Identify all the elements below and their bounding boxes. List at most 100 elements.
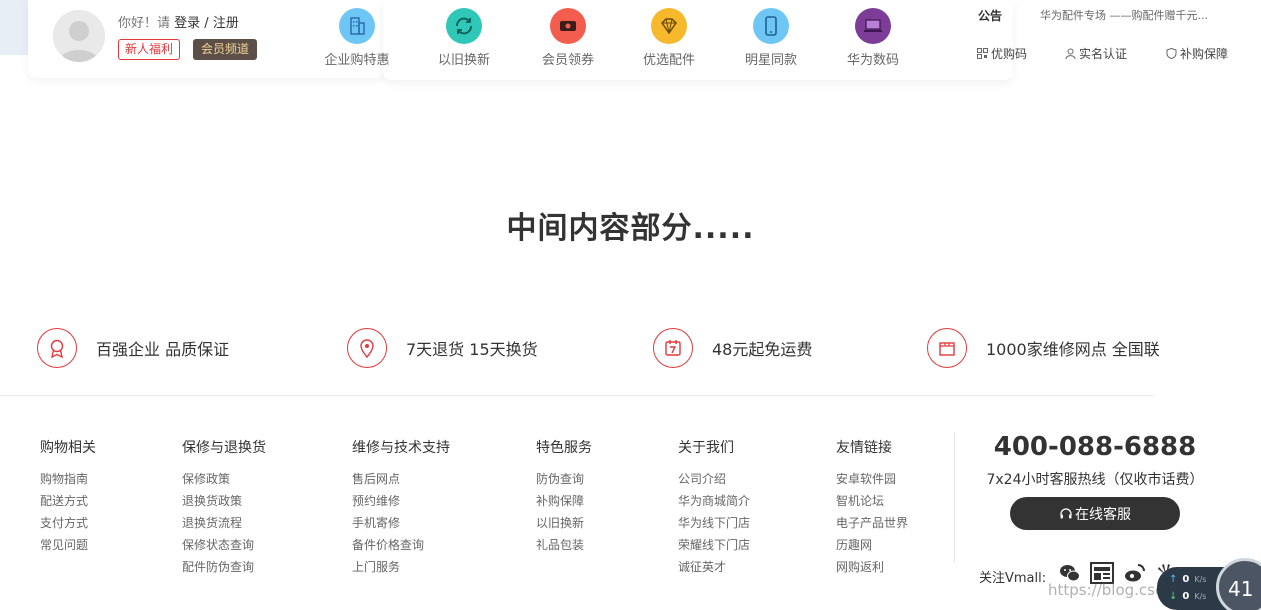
footer-link[interactable]: 退换货政策 (182, 490, 266, 512)
category-label: 以旧换新 (437, 53, 490, 68)
category-label: 企业购特惠 (324, 53, 390, 68)
footer-link[interactable]: 支付方式 (40, 512, 96, 534)
follow-label: 关注Vmall: (979, 571, 1047, 586)
box-icon (927, 328, 967, 368)
refresh-icon (446, 8, 482, 44)
footer-link[interactable]: 诚征英才 (678, 556, 750, 578)
footer-link[interactable]: 礼品包装 (536, 534, 592, 556)
footer-link[interactable]: 保修状态查询 (182, 534, 266, 556)
laptop-icon (855, 8, 891, 44)
real-name-auth-link[interactable]: 实名认证 (1065, 45, 1127, 62)
footer-link[interactable]: 荣耀线下门店 (678, 534, 750, 556)
footer-column-warranty: 保修与退换货 保修政策 退换货政策 退换货流程 保修状态查询 配件防伪查询 (182, 437, 266, 578)
category-digital[interactable]: 华为数码 (828, 8, 918, 68)
footer-link[interactable]: 智机论坛 (836, 490, 908, 512)
footer-link[interactable]: 退换货流程 (182, 512, 266, 534)
category-label: 优选配件 (642, 53, 695, 68)
footer-link[interactable]: 公司介绍 (678, 468, 750, 490)
building-icon (339, 8, 375, 44)
member-channel-badge[interactable]: 会员频道 (193, 39, 258, 60)
category-coupon[interactable]: 会员领券 (523, 8, 613, 68)
upload-speed-unit: K/s (1194, 575, 1207, 584)
main-content-placeholder: 中间内容部分..... (506, 211, 755, 246)
guarantee-text: 1000家维修网点 全国联 (986, 340, 1160, 359)
download-speed: 0 (1182, 591, 1190, 602)
login-separator: / (200, 16, 213, 31)
footer-link[interactable]: 电子产品世界 (836, 512, 908, 534)
phone-icon (753, 8, 789, 44)
footer-link[interactable]: 上门服务 (352, 556, 450, 578)
footer-column-shopping: 购物相关 购物指南 配送方式 支付方式 常见问题 (40, 437, 96, 556)
category-celebrity[interactable]: 明星同款 (726, 8, 816, 68)
cpu-usage-indicator[interactable]: 41 (1216, 558, 1261, 610)
guarantee-text: 7天退货 15天换货 (406, 340, 538, 359)
guarantee-divider (0, 395, 1154, 396)
user-icon (1065, 48, 1076, 59)
greeting-line: 你好！请 登录 / 注册 (118, 12, 239, 31)
background-strip (0, 0, 30, 55)
guarantee-item: 百强企业 品质保证 (37, 328, 229, 368)
category-label: 明星同款 (744, 53, 797, 68)
upload-arrow-icon: ↑ (1169, 574, 1178, 585)
guarantee-item: 7天退货 15天换货 (347, 328, 538, 368)
footer-link[interactable]: 预约维修 (352, 490, 450, 512)
diamond-icon (651, 8, 687, 44)
category-enterprise[interactable]: 企业购特惠 (312, 8, 402, 68)
footer-link[interactable]: 华为线下门店 (678, 512, 750, 534)
footer-link[interactable]: 常见问题 (40, 534, 96, 556)
greeting-text: 你好！请 (118, 16, 171, 31)
page: 你好！请 登录 / 注册 新人福利 会员频道 企业购特惠 以旧换新 会员领券 优… (0, 0, 1261, 610)
online-service-label: 在线客服 (1075, 506, 1131, 523)
register-link[interactable]: 注册 (213, 16, 239, 31)
new-user-benefit-badge[interactable]: 新人福利 (118, 39, 181, 60)
footer-column-title: 购物相关 (40, 440, 96, 456)
guarantee-item: 48元起免运费 (653, 328, 812, 368)
download-speed-unit: K/s (1194, 592, 1207, 601)
shield-icon (1166, 48, 1177, 59)
notice-text[interactable]: 华为配件专场 ——购配件赠千元... (1040, 7, 1230, 23)
footer-link[interactable]: 配件防伪查询 (182, 556, 266, 578)
footer-link[interactable]: 购物指南 (40, 468, 96, 490)
footer-link[interactable]: 网购返利 (836, 556, 908, 578)
category-tradein[interactable]: 以旧换新 (419, 8, 509, 68)
purchase-protection-link[interactable]: 补购保障 (1166, 45, 1228, 62)
footer-link[interactable]: 以旧换新 (536, 512, 592, 534)
footer-column-title: 维修与技术支持 (352, 440, 450, 456)
footer-vertical-divider (954, 432, 955, 562)
footer-link[interactable]: 华为商城简介 (678, 490, 750, 512)
avatar[interactable] (53, 10, 105, 62)
footer-link[interactable]: 补购保障 (536, 490, 592, 512)
download-arrow-icon: ↓ (1169, 591, 1178, 602)
footer-column-title: 关于我们 (678, 440, 734, 456)
footer-column-title: 特色服务 (536, 440, 592, 456)
footer-column-friend-links: 友情链接 安卓软件园 智机论坛 电子产品世界 历趣网 网购返利 (836, 437, 908, 578)
guarantee-text: 48元起免运费 (712, 340, 813, 359)
guarantee-text: 百强企业 品质保证 (96, 340, 230, 359)
login-link[interactable]: 登录 (174, 16, 200, 31)
footer-link[interactable]: 防伪查询 (536, 468, 592, 490)
footer-column-title: 保修与退换货 (182, 440, 266, 456)
footer-link[interactable]: 售后网点 (352, 468, 450, 490)
real-name-auth-label: 实名认证 (1079, 47, 1128, 61)
headset-icon (1060, 507, 1072, 518)
promo-code-label: 优购码 (991, 47, 1028, 61)
footer-link[interactable]: 保修政策 (182, 468, 266, 490)
award-icon (37, 328, 77, 368)
category-accessories[interactable]: 优选配件 (624, 8, 714, 68)
calendar-icon (653, 328, 693, 368)
notice-title: 公告 (978, 9, 1003, 23)
guarantee-item: 1000家维修网点 全国联 (927, 328, 1160, 368)
upload-speed: 0 (1182, 574, 1190, 585)
category-label: 华为数码 (846, 53, 899, 68)
footer-link[interactable]: 配送方式 (40, 490, 96, 512)
promo-code-link[interactable]: 优购码 (977, 45, 1027, 62)
online-service-button[interactable]: 在线客服 (1010, 497, 1180, 530)
footer-link[interactable]: 历趣网 (836, 534, 908, 556)
footer-link[interactable]: 手机寄修 (352, 512, 450, 534)
footer-link[interactable]: 备件价格查询 (352, 534, 450, 556)
hotline-number: 400-088-6888 (993, 432, 1197, 462)
footer-link[interactable]: 安卓软件园 (836, 468, 908, 490)
avatar-icon (53, 10, 105, 62)
coupon-icon (550, 8, 586, 44)
qrcode-icon (977, 48, 988, 59)
